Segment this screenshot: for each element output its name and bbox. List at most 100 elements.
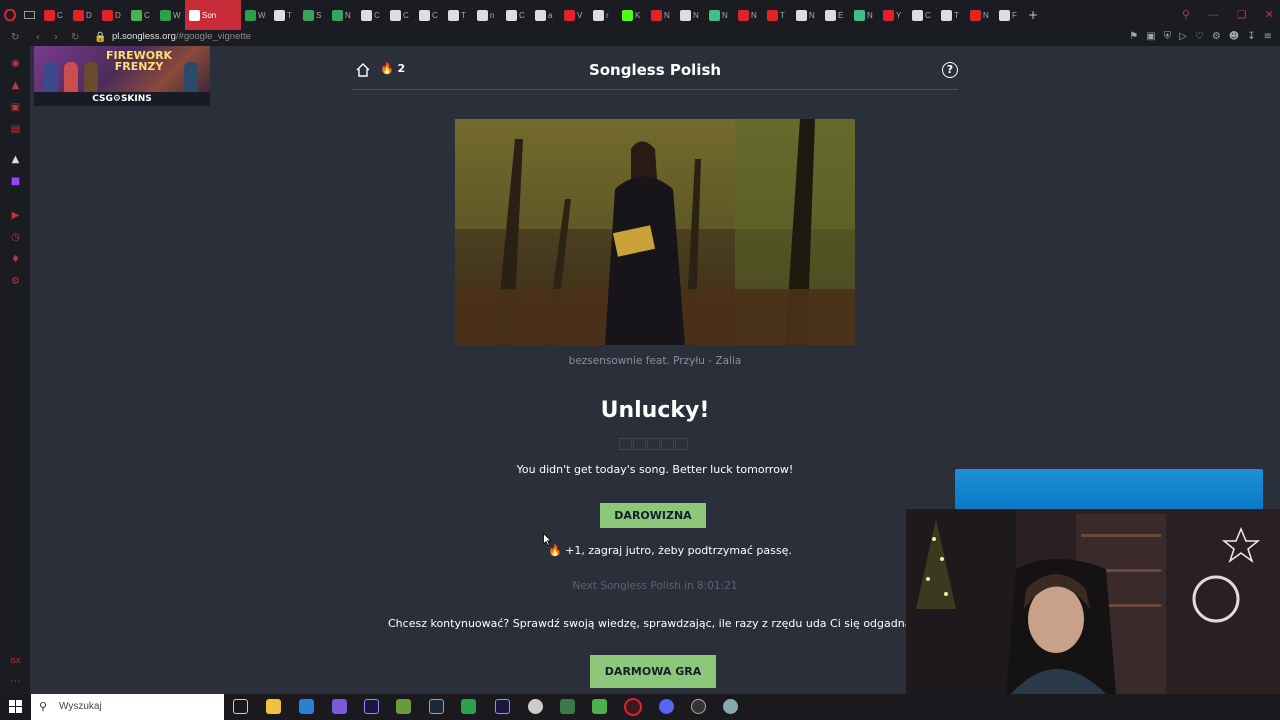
- reload-icon[interactable]: ↻: [71, 32, 79, 43]
- browser-tab[interactable]: F: [995, 0, 1024, 30]
- ad-headline: FIREWORK FRENZY: [106, 49, 173, 73]
- sidebar-history-icon[interactable]: ◷: [10, 232, 21, 243]
- tab-favicon-icon: [680, 9, 691, 21]
- browser-tab[interactable]: T: [270, 0, 299, 30]
- active-tab[interactable]: Son: [185, 0, 241, 30]
- sidebar-more-icon[interactable]: ⋯: [10, 676, 21, 687]
- obs-icon[interactable]: [691, 699, 706, 714]
- url-field[interactable]: pl.songless.org/#google_vignette: [112, 31, 251, 42]
- new-tab-button[interactable]: +: [1024, 0, 1044, 30]
- browser-tab[interactable]: N: [647, 0, 676, 30]
- lock-icon[interactable]: 🔒: [94, 32, 106, 43]
- ad-figure: [64, 62, 78, 92]
- search-tabs-icon[interactable]: ⚲: [1182, 8, 1190, 21]
- browser-tab[interactable]: D: [98, 0, 127, 30]
- browser-tab[interactable]: C: [502, 0, 531, 30]
- steam-icon[interactable]: [429, 699, 444, 714]
- close-icon[interactable]: ✕: [1265, 8, 1274, 21]
- profile-icon[interactable]: ☻: [1229, 31, 1239, 42]
- browser-tab[interactable]: C: [415, 0, 444, 30]
- search-icon: ⚲: [39, 700, 48, 713]
- sidebar-messenger-icon[interactable]: ▣: [10, 102, 21, 113]
- browser-tab[interactable]: C: [908, 0, 937, 30]
- sidebar-gx-corner-icon[interactable]: ▲: [10, 80, 21, 91]
- browser-tab[interactable]: N: [792, 0, 821, 30]
- browser-tab[interactable]: N: [734, 0, 763, 30]
- browser-tab[interactable]: N: [850, 0, 879, 30]
- sidebar-player-icon[interactable]: ▶: [10, 210, 21, 221]
- browser-tab[interactable]: C: [357, 0, 386, 30]
- minimize-icon[interactable]: —: [1208, 8, 1219, 21]
- address-bar: ↻ ‹ › ↻ 🔒 pl.songless.org/#google_vignet…: [0, 30, 1280, 46]
- tab-favicon-icon: [970, 9, 981, 21]
- extensions-icon[interactable]: ⚙: [1212, 31, 1221, 42]
- discord-icon[interactable]: [659, 699, 674, 714]
- advertisement-banner[interactable]: FIREWORK FRENZY CSG⚙SKINS: [34, 46, 210, 106]
- opera-gx-taskbar-icon[interactable]: [624, 698, 642, 716]
- sidebar-twitch-purple-icon[interactable]: ■: [10, 176, 21, 187]
- sidebar-toggle-icon[interactable]: ↻: [11, 32, 19, 43]
- browser-tab[interactable]: E: [821, 0, 850, 30]
- notepad-icon[interactable]: [461, 699, 476, 714]
- tab-label: T: [954, 10, 959, 20]
- donate-button[interactable]: DAROWIZNA: [600, 503, 706, 528]
- help-icon[interactable]: ?: [942, 62, 958, 78]
- browser-tab[interactable]: N: [705, 0, 734, 30]
- menu-icon[interactable]: ≡: [1264, 31, 1272, 42]
- attempt-square: [647, 438, 660, 450]
- heart-icon[interactable]: ♡: [1195, 31, 1204, 42]
- browser-tab[interactable]: S: [299, 0, 328, 30]
- sidebar-arrow-icon[interactable]: ▲: [10, 154, 21, 165]
- browser-tab[interactable]: N: [676, 0, 705, 30]
- vscode-icon[interactable]: [299, 699, 314, 714]
- browser-tab[interactable]: K: [618, 0, 647, 30]
- task-view-icon[interactable]: [233, 699, 248, 714]
- after-effects-icon[interactable]: [364, 699, 379, 714]
- file-explorer-icon[interactable]: [266, 699, 281, 714]
- browser-tab[interactable]: T: [444, 0, 473, 30]
- sidebar-settings-icon[interactable]: ⚙: [10, 276, 21, 287]
- browser-tab[interactable]: V: [560, 0, 589, 30]
- green-app-icon[interactable]: [396, 699, 411, 714]
- music-video[interactable]: [455, 119, 855, 345]
- tab-manager-icon[interactable]: [20, 0, 40, 30]
- browser-tab[interactable]: N: [966, 0, 995, 30]
- sidebar-social-icon[interactable]: ◉: [10, 58, 21, 69]
- misc-app-icon[interactable]: [723, 699, 738, 714]
- browser-tab[interactable]: n: [473, 0, 502, 30]
- browser-tab[interactable]: T: [937, 0, 966, 30]
- browser-tab[interactable]: T: [763, 0, 792, 30]
- browser-tab[interactable]: r: [589, 0, 618, 30]
- download-icon[interactable]: ↧: [1247, 31, 1255, 42]
- sidebar-extensions-icon[interactable]: ♦: [10, 254, 21, 265]
- settings-app-icon[interactable]: [528, 699, 543, 714]
- player-icon[interactable]: ▷: [1179, 31, 1187, 42]
- browser-tab[interactable]: C: [40, 0, 69, 30]
- sidebar-gx-icon[interactable]: GX: [10, 656, 21, 667]
- crystal-app-icon[interactable]: [332, 699, 347, 714]
- snapshot-icon[interactable]: ▣: [1146, 31, 1155, 42]
- maximize-icon[interactable]: ❏: [1237, 8, 1247, 21]
- browser-tab[interactable]: Y: [879, 0, 908, 30]
- browser-tab[interactable]: C: [386, 0, 415, 30]
- browser-tab[interactable]: W: [241, 0, 270, 30]
- browser-tab[interactable]: a: [531, 0, 560, 30]
- forward-icon[interactable]: ›: [54, 32, 58, 43]
- browser-tab[interactable]: C: [127, 0, 156, 30]
- premiere-icon[interactable]: [495, 699, 510, 714]
- taskbar-search[interactable]: ⚲ Wyszukaj: [31, 694, 224, 720]
- opera-logo-icon[interactable]: [0, 0, 20, 30]
- shield-icon[interactable]: ⛨: [1164, 31, 1172, 42]
- browser-tab[interactable]: N: [328, 0, 357, 30]
- free-game-button[interactable]: DARMOWA GRA: [590, 655, 716, 688]
- minecraft-icon[interactable]: [560, 699, 575, 714]
- sidebar-twitch-icon[interactable]: ▤: [10, 124, 21, 135]
- tab-label: S: [316, 10, 322, 20]
- windows-start-icon[interactable]: [9, 700, 22, 713]
- back-icon[interactable]: ‹: [36, 32, 40, 43]
- browser-tab[interactable]: W: [156, 0, 185, 30]
- browser-tab[interactable]: D: [69, 0, 98, 30]
- tab-label: N: [809, 10, 815, 20]
- bookmark-icon[interactable]: ⚑: [1129, 31, 1138, 42]
- game-launcher-icon[interactable]: [592, 699, 607, 714]
